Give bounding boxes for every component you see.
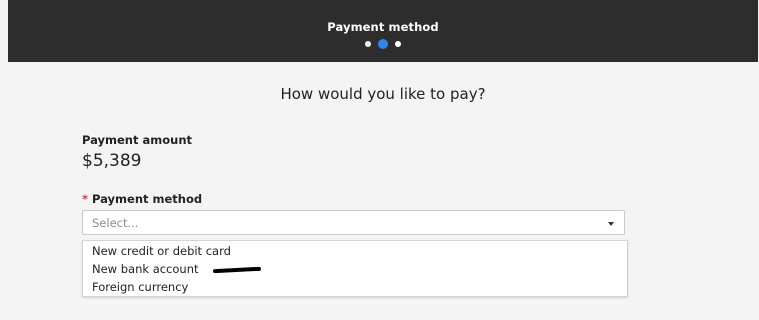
chevron-down-icon[interactable] xyxy=(608,222,614,226)
payment-amount-value: $5,389 xyxy=(82,151,142,171)
payment-form: How would you like to pay? Payment amoun… xyxy=(8,62,758,320)
payment-method-select[interactable]: Select... xyxy=(82,210,625,235)
payment-method-label: * Payment method xyxy=(82,192,202,206)
option-foreign-currency[interactable]: Foreign currency xyxy=(92,280,188,294)
option-credit-debit-card[interactable]: New credit or debit card xyxy=(92,244,231,258)
step-dot-1 xyxy=(365,41,371,47)
form-question: How would you like to pay? xyxy=(280,85,486,103)
step-indicator xyxy=(8,39,758,49)
required-marker: * xyxy=(82,192,89,206)
wizard-header: Payment method xyxy=(8,0,758,62)
redaction-mark xyxy=(212,266,262,274)
payment-method-dropdown: New credit or debit card New bank accoun… xyxy=(82,240,628,297)
step-dot-2-active xyxy=(378,39,388,49)
payment-page: Payment method How would you like to pay… xyxy=(0,0,759,320)
step-dot-3 xyxy=(395,41,401,47)
option-bank-account[interactable]: New bank account xyxy=(92,262,199,276)
payment-method-label-text: Payment method xyxy=(92,192,203,206)
select-placeholder: Select... xyxy=(92,216,139,230)
page-title: Payment method xyxy=(327,20,439,34)
payment-amount-label: Payment amount xyxy=(82,133,193,147)
